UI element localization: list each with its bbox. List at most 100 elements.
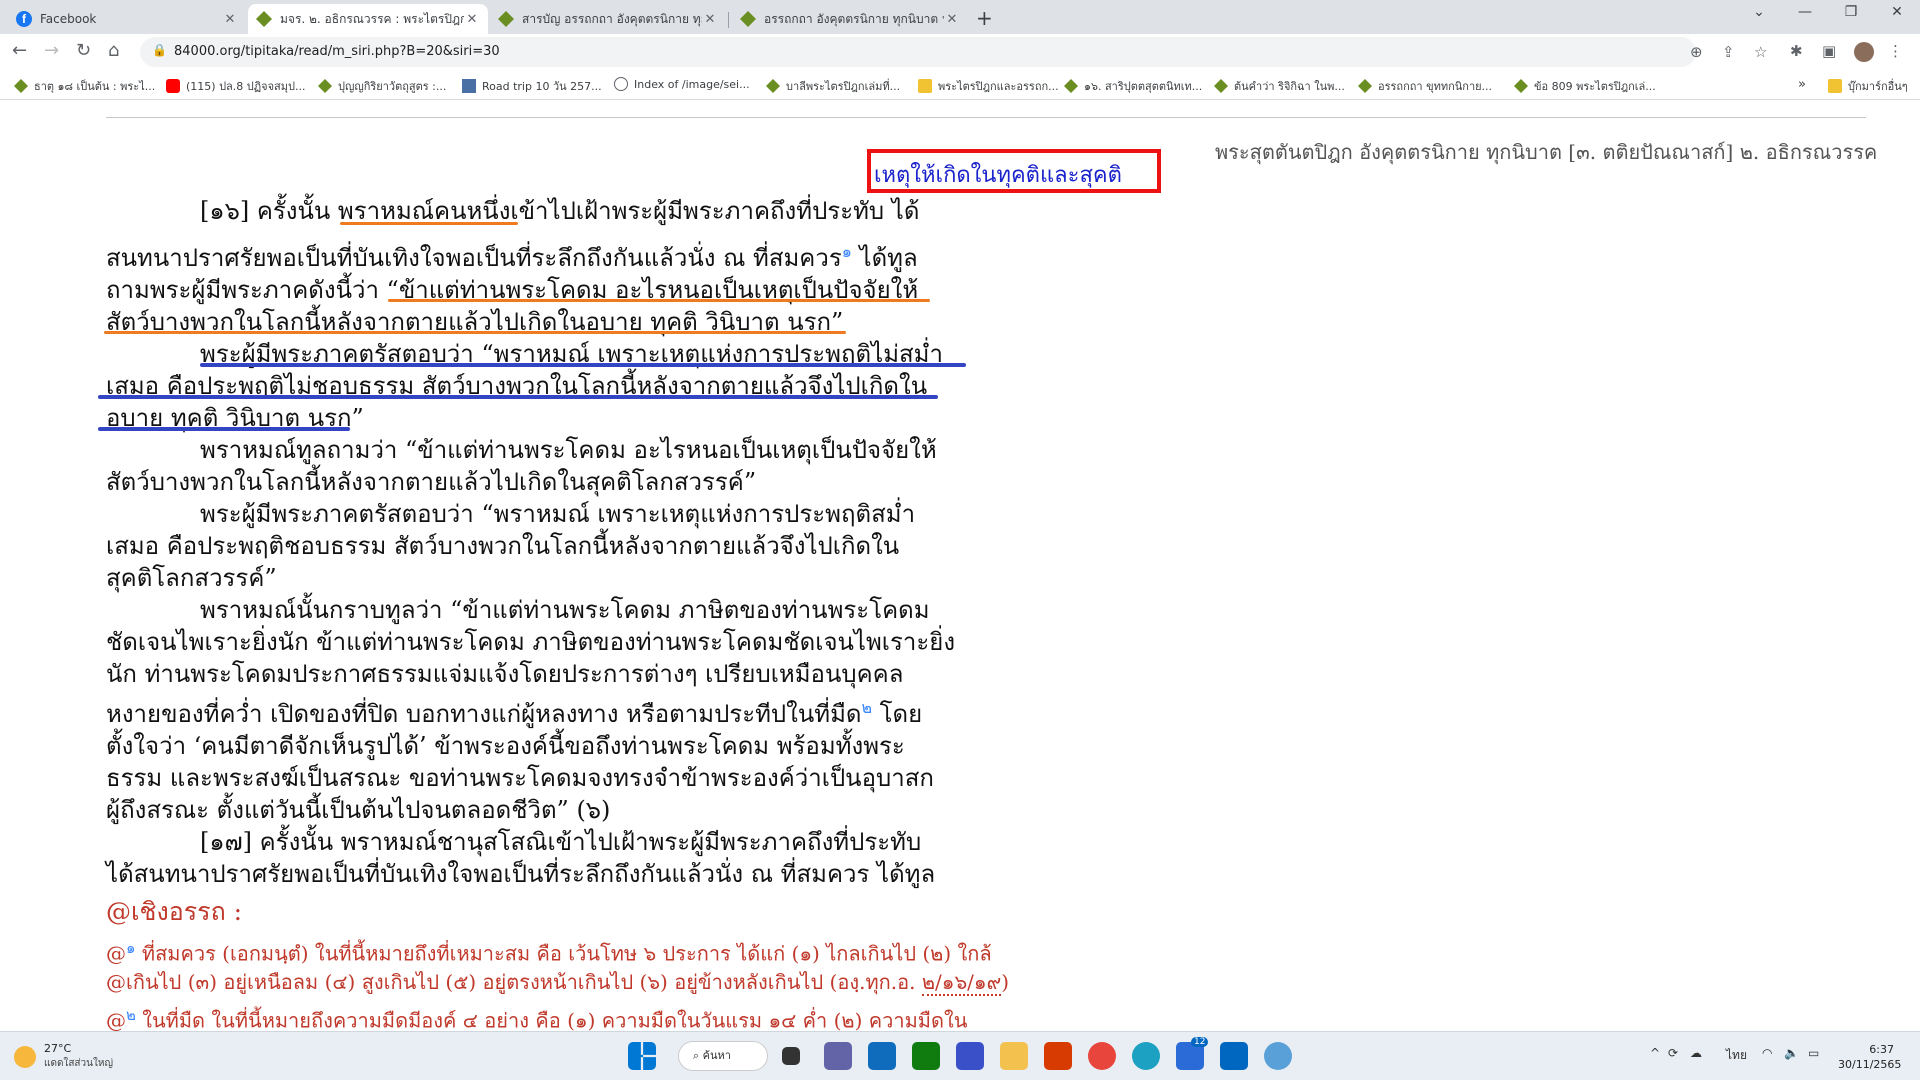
84000-icon (1214, 79, 1228, 93)
84000-icon (766, 79, 780, 93)
weather-widget[interactable]: 27°C แดดใสส่วนใหญ่ (14, 1042, 113, 1071)
bookmark-item[interactable]: (115) ปล.8 ปฏิจจสมุป... (166, 77, 306, 95)
lock-icon[interactable]: 🔒 (152, 43, 167, 57)
page-content: พระสุตตันตปิฎก อังคุตตรนิกาย ทุกนิบาต [๓… (0, 101, 1920, 1031)
home-button[interactable]: ⌂ (108, 40, 119, 61)
back-button[interactable]: ← (12, 40, 27, 61)
reload-button[interactable]: ↻ (76, 40, 91, 61)
time: 6:37 (1869, 1043, 1894, 1056)
restore-button[interactable]: ❐ (1828, 4, 1874, 20)
tab-search-button[interactable]: ⌄ (1736, 4, 1782, 20)
side-panel-icon[interactable]: ▣ (1822, 42, 1836, 60)
search-label: ค้นหา (702, 1049, 731, 1062)
bookmark-item[interactable]: บาลีพระไตรปิฎกเล่มที่... (766, 77, 900, 95)
bookmark-item[interactable]: ข้อ 809 พระไตรปิฎกเล่... (1514, 77, 1656, 95)
84000-icon (318, 79, 332, 93)
tab-summary[interactable]: สารบัญ อรรถกถา อังคุตตรนิกาย ทุกนิ ✕ (490, 4, 726, 34)
line-text: สนทนาปราศรัยพอเป็นที่บันเทิงใจพอเป็นที่ร… (106, 244, 842, 272)
photos-icon[interactable] (1264, 1042, 1292, 1070)
app-icon[interactable] (1220, 1042, 1248, 1070)
xbox-icon[interactable] (912, 1042, 940, 1070)
input-language[interactable]: ไทย (1726, 1046, 1747, 1065)
commentary-reference-link[interactable]: ๒/๑๖/๑๙ (921, 970, 1002, 996)
bookmark-label: ปุญญกิริยาวัตถุสูตร :... (338, 80, 447, 93)
volume-icon[interactable]: 🔈 (1784, 1046, 1799, 1060)
bookmark-item[interactable]: ๑๖. สาริปุตตสุตตนิทเท... (1064, 77, 1202, 95)
file-explorer-icon[interactable] (1000, 1042, 1028, 1070)
other-bookmarks[interactable]: บุ๊กมาร์กอื่นๆ (1828, 77, 1908, 95)
zoom-icon[interactable]: ⊕ (1690, 43, 1703, 61)
footnote-link[interactable]: ๑ (842, 242, 852, 261)
tab-commentary[interactable]: อรรถกถา อังคุตตรนิกาย ทุกนิบาต ปฐ ✕ (732, 4, 968, 34)
bookmarks-bar: ธาตุ ๑๘ เป็นต้น : พระไ... (115) ปล.8 ปฏิ… (0, 70, 1920, 100)
clock[interactable]: 6:37 30/11/2565 (1838, 1042, 1902, 1072)
mail-icon[interactable] (868, 1042, 896, 1070)
bookmarks-overflow-icon[interactable]: » (1798, 77, 1806, 92)
bookmark-item[interactable]: อรรถกถา ขุททกนิกาย... (1358, 77, 1492, 95)
bookmark-item[interactable]: Index of /image/sei... (614, 77, 750, 91)
commentary-line: @เกินไป (๓) อยู่เหนือลม (๔) สูงเกินไป (๕… (106, 966, 1009, 998)
weather-description: แดดใสส่วนใหญ่ (44, 1058, 113, 1069)
extensions-icon[interactable]: ✱ (1790, 42, 1803, 60)
start-button[interactable] (628, 1042, 656, 1070)
section-heading: เหตุให้เกิดในทุคติและสุคติ (874, 163, 1122, 188)
chrome-icon[interactable] (1088, 1042, 1116, 1070)
profile-avatar[interactable] (1854, 42, 1874, 62)
chat-icon[interactable] (824, 1042, 852, 1070)
taskbar-search[interactable]: ⌕ ค้นหา (678, 1041, 768, 1071)
commentary-heading: @เชิงอรรถ : (106, 897, 243, 926)
editor-icon[interactable] (956, 1042, 984, 1070)
globe-icon (614, 77, 628, 91)
edge-icon[interactable] (1132, 1042, 1160, 1070)
temperature: 27°C (44, 1042, 72, 1055)
84000-icon (1514, 79, 1528, 93)
weather-sun-icon (14, 1045, 36, 1068)
browser-toolbar: ← → ↻ ⌂ 🔒 84000.org/tipitaka/read/m_siri… (0, 34, 1920, 70)
bookmark-star-icon[interactable]: ☆ (1754, 43, 1767, 61)
bookmark-icon (918, 79, 932, 93)
bookmark-item[interactable]: พระไตรปิฎกและอรรถก... (918, 77, 1059, 95)
bookmark-item[interactable]: ต้นคำว่า ริจิกิฉา ในพ... (1214, 77, 1345, 95)
battery-icon[interactable]: ▭ (1808, 1046, 1819, 1060)
commentary-text: ) (1001, 970, 1010, 994)
bookmark-item[interactable]: Road trip 10 วัน 257... (462, 77, 602, 95)
text-line: นัก ท่านพระโคดมประกาศธรรมแจ่มแจ้งโดยประก… (106, 660, 904, 688)
sync-icon[interactable]: ⟳ (1668, 1046, 1678, 1060)
tab-strip: f Facebook ✕ มจร. ๒. อธิกรณวรรค : พระไตร… (0, 0, 1920, 34)
other-bookmarks-label: บุ๊กมาร์กอื่นๆ (1848, 80, 1908, 93)
new-tab-button[interactable]: + (976, 6, 993, 30)
office-icon[interactable] (1044, 1042, 1072, 1070)
date: 30/11/2565 (1838, 1058, 1902, 1071)
bookmark-item[interactable]: ปุญญกิริยาวัตถุสูตร :... (318, 77, 446, 95)
youtube-icon (166, 79, 180, 93)
close-icon[interactable]: ✕ (944, 12, 960, 27)
commentary-prefix: @ (106, 941, 126, 966)
bookmark-label: ข้อ 809 พระไตรปิฎกเล่... (1534, 80, 1656, 93)
task-view-icon[interactable] (782, 1047, 800, 1065)
tab-title: อรรถกถา อังคุตตรนิกาย ทุกนิบาต ปฐ (764, 11, 944, 26)
cloud-icon[interactable]: ☁ (1690, 1046, 1702, 1060)
footnote-link[interactable]: ๒ (861, 698, 872, 717)
wifi-icon[interactable]: ◠ (1762, 1046, 1772, 1060)
forward-button[interactable]: → (44, 40, 59, 61)
bookmark-item[interactable]: ธาตุ ๑๘ เป็นต้น : พระไ... (14, 77, 155, 95)
line-text: ได้ทูล (851, 244, 918, 272)
show-hidden-icons[interactable]: ^ (1650, 1046, 1660, 1060)
blue-underline (200, 363, 966, 367)
menu-icon[interactable]: ⋮ (1888, 42, 1903, 60)
bookmark-label: ต้นคำว่า ริจิกิฉา ในพ... (1234, 80, 1345, 93)
tab-active[interactable]: มจร. ๒. อธิกรณวรรค : พระไตรปิฎกเล่ม ✕ (248, 4, 488, 34)
84000-icon (498, 11, 514, 27)
url-text[interactable]: 84000.org/tipitaka/read/m_siri.php?B=20&… (174, 44, 500, 59)
close-icon[interactable]: ✕ (702, 12, 718, 27)
window-close-button[interactable]: ✕ (1874, 4, 1920, 20)
address-bar[interactable]: 🔒 84000.org/tipitaka/read/m_siri.php?B=2… (140, 37, 1767, 67)
84000-icon (256, 11, 272, 27)
minimize-button[interactable]: — (1782, 4, 1828, 20)
tab-separator (728, 12, 729, 28)
close-icon[interactable]: ✕ (222, 12, 238, 27)
close-icon[interactable]: ✕ (464, 12, 480, 27)
bookmark-label: Road trip 10 วัน 257... (482, 80, 602, 93)
tab-facebook[interactable]: f Facebook ✕ (8, 4, 246, 34)
share-icon[interactable]: ⇪ (1722, 43, 1735, 61)
